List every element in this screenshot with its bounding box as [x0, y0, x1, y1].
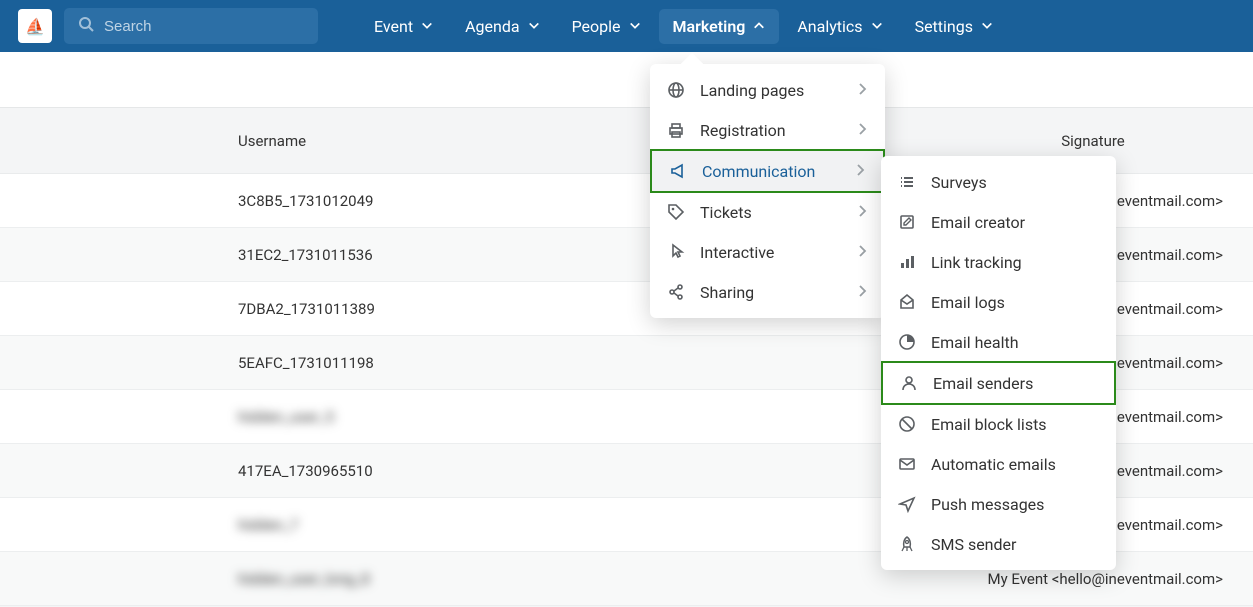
- pointer-icon: [666, 242, 686, 262]
- menu-item-email-senders[interactable]: Email senders: [881, 361, 1116, 405]
- menu-item-email-health[interactable]: Email health: [881, 322, 1116, 362]
- nav-label: Event: [374, 17, 413, 36]
- top-navbar: ⛵ Event Agenda People Marketing Analytic…: [0, 0, 1253, 52]
- menu-item-sms-sender[interactable]: SMS sender: [881, 524, 1116, 564]
- app-logo[interactable]: ⛵: [18, 9, 52, 43]
- menu-item-email-creator[interactable]: Email creator: [881, 202, 1116, 242]
- menu-item-label: Landing pages: [700, 81, 841, 100]
- cell-username: hidden_user_5: [0, 408, 953, 426]
- nav-items: Event Agenda People Marketing Analytics …: [360, 9, 1007, 44]
- chevron-down-icon: [629, 17, 641, 36]
- menu-item-link-tracking[interactable]: Link tracking: [881, 242, 1116, 282]
- chevron-down-icon: [421, 17, 433, 36]
- search-input[interactable]: [104, 18, 304, 35]
- nav-label: People: [572, 17, 621, 36]
- menu-item-label: Email health: [931, 333, 1100, 352]
- nav-analytics[interactable]: Analytics: [783, 9, 896, 44]
- envelope-open-icon: [897, 292, 917, 312]
- menu-item-registration[interactable]: Registration: [650, 110, 885, 150]
- share-icon: [666, 282, 686, 302]
- cell-username: hidden_user_long_8: [0, 570, 953, 588]
- nav-label: Agenda: [465, 17, 519, 36]
- cell-username: 417EA_1730965510: [0, 462, 953, 480]
- nav-label: Marketing: [673, 17, 746, 36]
- list-icon: [897, 172, 917, 192]
- chevron-down-icon: [528, 17, 540, 36]
- chevron-right-icon: [855, 283, 869, 302]
- nav-agenda[interactable]: Agenda: [451, 9, 553, 44]
- marketing-dropdown: Landing pages Registration Communication Ti…: [650, 64, 885, 318]
- chart-icon: [897, 252, 917, 272]
- column-header-signature[interactable]: Signature: [953, 132, 1253, 150]
- health-icon: [897, 332, 917, 352]
- menu-item-label: Communication: [702, 162, 839, 181]
- menu-item-label: Sharing: [700, 283, 841, 302]
- nav-label: Settings: [915, 17, 973, 36]
- menu-item-landing-pages[interactable]: Landing pages: [650, 70, 885, 110]
- envelope-icon: [897, 454, 917, 474]
- nav-marketing[interactable]: Marketing: [659, 9, 780, 44]
- cell-username: 5EAFC_1731011198: [0, 354, 953, 372]
- sub-header-band: [0, 52, 1253, 108]
- bullhorn-icon: [668, 161, 688, 181]
- menu-item-label: Email senders: [933, 374, 1098, 393]
- nav-event[interactable]: Event: [360, 9, 447, 44]
- communication-submenu: Surveys Email creator Link tracking Email l…: [881, 156, 1116, 570]
- chevron-right-icon: [855, 121, 869, 140]
- menu-item-tickets[interactable]: Tickets: [650, 192, 885, 232]
- nav-settings[interactable]: Settings: [901, 9, 1007, 44]
- menu-item-label: Email block lists: [931, 415, 1100, 434]
- menu-item-interactive[interactable]: Interactive: [650, 232, 885, 272]
- chevron-up-icon: [753, 17, 765, 36]
- printer-icon: [666, 120, 686, 140]
- plane-icon: [897, 494, 917, 514]
- menu-item-label: Tickets: [700, 203, 841, 222]
- chevron-right-icon: [853, 162, 867, 181]
- menu-item-email-block-lists[interactable]: Email block lists: [881, 404, 1116, 444]
- menu-item-email-logs[interactable]: Email logs: [881, 282, 1116, 322]
- edit-icon: [897, 212, 917, 232]
- menu-item-label: Surveys: [931, 173, 1100, 192]
- search-icon: [78, 16, 94, 36]
- menu-item-sharing[interactable]: Sharing: [650, 272, 885, 312]
- chevron-right-icon: [855, 81, 869, 100]
- menu-item-label: Email logs: [931, 293, 1100, 312]
- menu-item-label: SMS sender: [931, 535, 1100, 554]
- menu-item-communication[interactable]: Communication: [650, 149, 885, 193]
- user-icon: [899, 373, 919, 393]
- globe-icon: [666, 80, 686, 100]
- menu-item-label: Push messages: [931, 495, 1100, 514]
- chevron-down-icon: [871, 17, 883, 36]
- cell-username: hidden_7: [0, 516, 953, 534]
- tag-icon: [666, 202, 686, 222]
- cell-signature: My Event <hello@ineventmail.com>: [953, 570, 1253, 588]
- menu-item-label: Email creator: [931, 213, 1100, 232]
- nav-label: Analytics: [797, 17, 862, 36]
- nav-people[interactable]: People: [558, 9, 655, 44]
- search-box[interactable]: [64, 8, 318, 44]
- chevron-down-icon: [981, 17, 993, 36]
- rocket-icon: [897, 534, 917, 554]
- menu-item-push-messages[interactable]: Push messages: [881, 484, 1116, 524]
- menu-item-automatic-emails[interactable]: Automatic emails: [881, 444, 1116, 484]
- chevron-right-icon: [855, 243, 869, 262]
- ban-icon: [897, 414, 917, 434]
- menu-item-label: Automatic emails: [931, 455, 1100, 474]
- menu-item-surveys[interactable]: Surveys: [881, 162, 1116, 202]
- menu-item-label: Registration: [700, 121, 841, 140]
- menu-item-label: Link tracking: [931, 253, 1100, 272]
- menu-item-label: Interactive: [700, 243, 841, 262]
- chevron-right-icon: [855, 203, 869, 222]
